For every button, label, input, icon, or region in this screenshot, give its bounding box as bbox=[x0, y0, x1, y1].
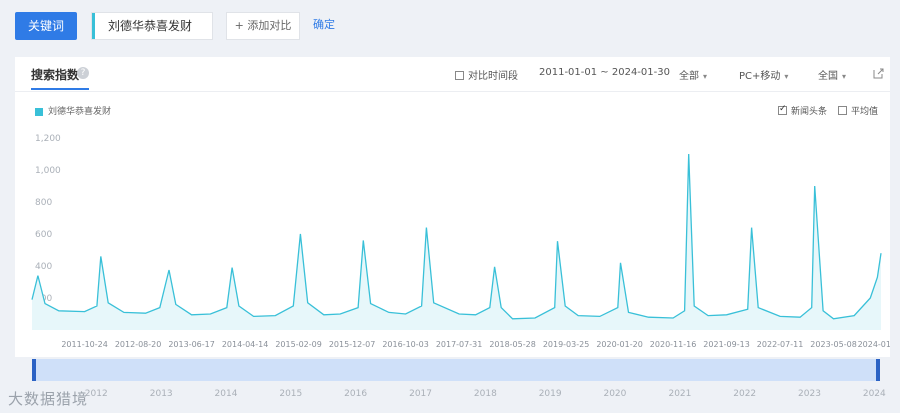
x-tick-label: 2014-04-14 bbox=[222, 340, 269, 349]
keyword-input[interactable]: 刘德华恭喜发财 bbox=[91, 12, 213, 40]
slider-handle-left[interactable] bbox=[32, 359, 36, 381]
year-label: 2024 bbox=[862, 389, 886, 399]
x-tick-label: 2015-12-07 bbox=[329, 340, 376, 349]
add-compare-button[interactable]: + 添加对比 bbox=[226, 12, 300, 40]
date-range-picker[interactable]: 2011-01-01 ~ 2024-01-30 bbox=[539, 67, 670, 78]
average-label: 平均值 bbox=[851, 107, 879, 117]
y-tick-label: 400 bbox=[35, 262, 52, 272]
y-tick-label: 1,000 bbox=[35, 166, 61, 176]
slider-handle-right[interactable] bbox=[876, 359, 880, 381]
confirm-link[interactable]: 确定 bbox=[313, 12, 335, 40]
search-bar: 关键词 刘德华恭喜发财 + 添加对比 确定 bbox=[0, 0, 900, 52]
news-headlines-label: 新闻头条 bbox=[791, 107, 828, 117]
source-select[interactable]: 全部 ▾ bbox=[679, 67, 707, 82]
caret-down-icon: ▾ bbox=[703, 72, 708, 81]
year-label: 2023 bbox=[798, 389, 821, 399]
x-tick-label: 2018-05-28 bbox=[489, 340, 536, 349]
year-label: 2020 bbox=[603, 389, 627, 399]
year-label: 2015 bbox=[279, 389, 303, 399]
checkbox-icon[interactable] bbox=[455, 71, 464, 80]
x-tick-label: 2015-02-09 bbox=[275, 340, 322, 349]
region-select[interactable]: 全国 ▾ bbox=[818, 67, 846, 82]
year-label: 2014 bbox=[214, 389, 238, 399]
x-tick-label: 2024-01-29 bbox=[858, 340, 890, 349]
x-tick-label: 2016-10-03 bbox=[382, 340, 429, 349]
compare-period-toggle[interactable]: 对比时间段 bbox=[455, 67, 518, 82]
search-index-chart: 1,2001,0008006004002002011-10-242012-08-… bbox=[31, 134, 890, 349]
y-tick-label: 600 bbox=[35, 230, 52, 240]
checkbox-icon[interactable] bbox=[778, 104, 787, 115]
device-value: PC+移动 bbox=[739, 71, 781, 82]
active-tab-indicator bbox=[31, 88, 89, 90]
question-circle-icon[interactable]: ? bbox=[77, 67, 89, 79]
year-label: 2022 bbox=[733, 389, 757, 399]
panel-header: 搜索指数 ? 对比时间段 2011-01-01 ~ 2024-01-30 全部 ▾… bbox=[15, 57, 890, 92]
export-icon[interactable] bbox=[873, 68, 884, 79]
y-tick-label: 800 bbox=[35, 198, 52, 208]
checkbox-icon[interactable] bbox=[838, 106, 847, 115]
y-tick-label: 1,200 bbox=[35, 134, 61, 144]
x-tick-label: 2023-05-08 bbox=[810, 340, 857, 349]
source-value: 全部 bbox=[679, 71, 699, 82]
series-area bbox=[32, 154, 881, 330]
tab-search-index[interactable]: 搜索指数 bbox=[31, 66, 79, 83]
legend-swatch bbox=[35, 108, 43, 116]
x-tick-label: 2019-03-25 bbox=[543, 340, 590, 349]
caret-down-icon: ▾ bbox=[842, 72, 847, 81]
keyword-button[interactable]: 关键词 bbox=[15, 12, 77, 40]
x-tick-label: 2017-07-31 bbox=[436, 340, 483, 349]
legend-label: 刘德华恭喜发财 bbox=[48, 107, 112, 117]
watermark: 大数据猎境 bbox=[8, 390, 89, 408]
caret-down-icon: ▾ bbox=[784, 72, 789, 81]
year-label: 2017 bbox=[409, 389, 433, 399]
x-tick-label: 2013-06-17 bbox=[168, 340, 215, 349]
year-label: 2016 bbox=[344, 389, 368, 399]
year-label: 2012 bbox=[84, 389, 108, 399]
x-tick-label: 2021-09-13 bbox=[703, 340, 750, 349]
x-tick-label: 2012-08-20 bbox=[115, 340, 162, 349]
x-tick-label: 2022-07-11 bbox=[757, 340, 804, 349]
year-label: 2021 bbox=[668, 389, 692, 399]
compare-period-label: 对比时间段 bbox=[468, 71, 518, 82]
x-tick-label: 2020-11-16 bbox=[650, 340, 697, 349]
x-tick-label: 2020-01-20 bbox=[596, 340, 643, 349]
year-label: 2018 bbox=[473, 389, 497, 399]
year-label: 2019 bbox=[538, 389, 562, 399]
x-tick-label: 2011-10-24 bbox=[61, 340, 108, 349]
device-select[interactable]: PC+移动 ▾ bbox=[739, 67, 788, 82]
news-headlines-toggle[interactable]: 新闻头条 bbox=[778, 104, 827, 117]
average-toggle[interactable]: 平均值 bbox=[838, 104, 878, 117]
timeline-slider[interactable] bbox=[32, 359, 880, 381]
region-value: 全国 bbox=[818, 71, 838, 82]
year-label: 2013 bbox=[149, 389, 173, 399]
